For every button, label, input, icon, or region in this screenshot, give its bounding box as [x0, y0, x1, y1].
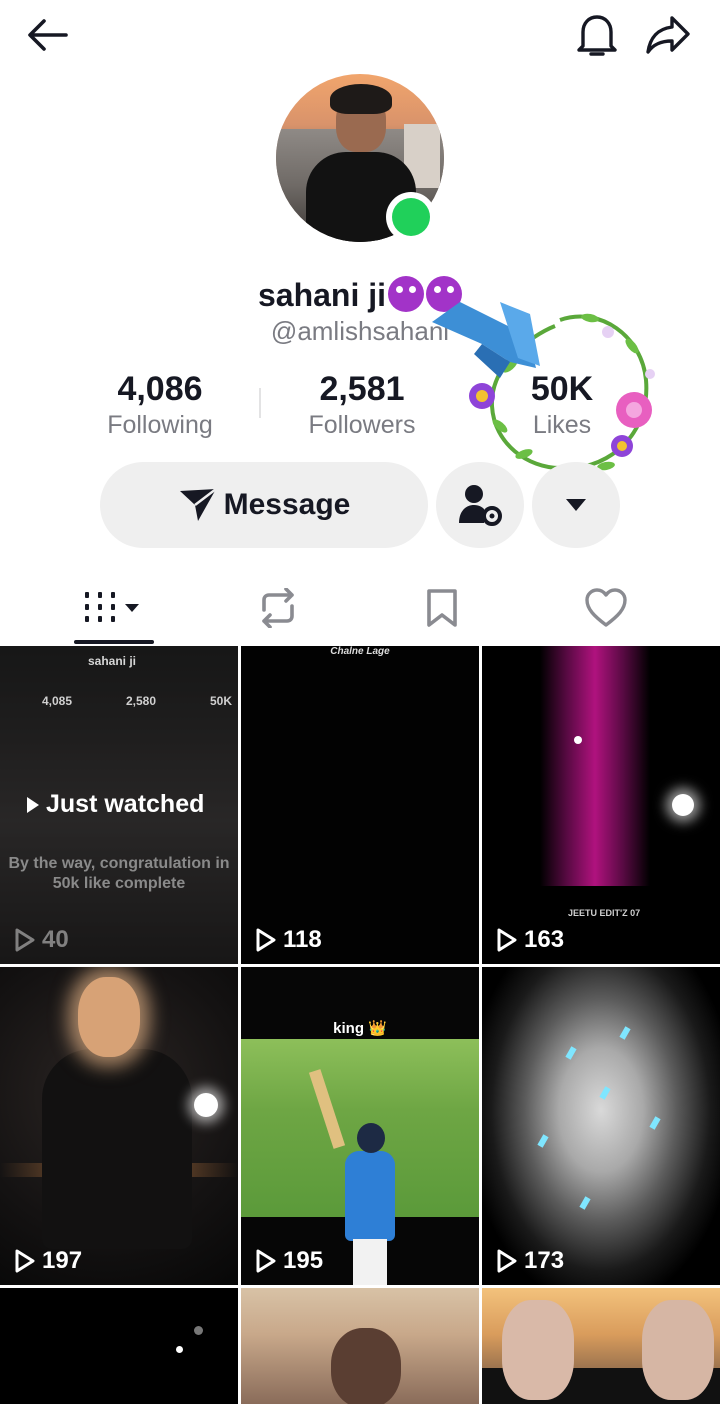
play-outline-icon — [15, 1249, 35, 1273]
view-count: 195 — [255, 1247, 323, 1275]
view-count: 173 — [496, 1247, 564, 1275]
play-icon — [27, 796, 39, 813]
stat-divider — [259, 388, 261, 418]
followers-stat[interactable]: 2,581 Followers — [262, 370, 462, 440]
following-label: Following — [107, 411, 213, 439]
devil-emoji-icon — [426, 276, 463, 312]
repost-icon — [262, 588, 294, 628]
top-bar — [0, 0, 720, 70]
tab-videos[interactable] — [24, 570, 204, 646]
video-thumbnail[interactable]: 197 — [0, 967, 238, 1285]
bookmark-icon — [427, 589, 457, 627]
bell-icon — [577, 15, 617, 56]
profile-avatar[interactable] — [276, 74, 444, 242]
message-label: Message — [223, 488, 351, 521]
following-count: 4,086 — [117, 370, 203, 408]
devil-emoji-icon — [388, 276, 425, 312]
video-thumbnail[interactable]: Chalne Lage 118 — [241, 646, 479, 964]
grid-icon — [85, 592, 139, 622]
tab-reposts[interactable] — [188, 570, 368, 646]
likes-stat[interactable]: 50K Likes — [462, 370, 662, 440]
preview-caption: By the way, congratulation in 50k like c… — [8, 855, 230, 892]
profile-tabs — [0, 570, 720, 646]
notifications-button[interactable] — [570, 10, 624, 60]
following-stat[interactable]: 4,086 Following — [60, 370, 260, 440]
online-status-indicator — [386, 192, 436, 242]
video-grid: sahani ji 4,085 2,580 50K By the way, co… — [0, 646, 720, 1404]
video-thumbnail[interactable] — [482, 1288, 720, 1404]
video-watermark: JEETU EDIT'Z 07 — [568, 908, 641, 918]
tab-saved[interactable] — [352, 570, 532, 646]
play-outline-icon — [497, 1249, 517, 1273]
view-count: 40 — [14, 926, 69, 954]
preview-stats: 4,085 2,580 50K — [42, 694, 232, 708]
video-caption: Chalne Lage — [330, 646, 390, 657]
video-thumbnail[interactable]: king 👑 195 — [241, 967, 479, 1285]
view-count: 163 — [496, 926, 564, 954]
just-watched-badge: Just watched — [26, 790, 204, 819]
view-count: 197 — [14, 1247, 82, 1275]
video-thumbnail[interactable]: sahani ji 4,085 2,580 50K By the way, co… — [0, 646, 238, 964]
username: @amlishsahani — [270, 316, 450, 346]
tab-liked[interactable] — [516, 570, 696, 646]
video-thumbnail[interactable]: 173 — [482, 967, 720, 1285]
arrow-left-icon — [28, 19, 68, 51]
play-outline-icon — [15, 928, 35, 952]
send-icon — [179, 488, 217, 521]
back-button[interactable] — [22, 12, 74, 58]
video-thumbnail[interactable] — [0, 1288, 238, 1404]
play-outline-icon — [256, 928, 276, 952]
active-tab-indicator — [74, 640, 154, 644]
share-profile-button[interactable] — [640, 10, 696, 60]
preview-name: sahani ji — [88, 654, 137, 668]
video-thumbnail[interactable] — [241, 1288, 479, 1404]
likes-count: 50K — [530, 370, 594, 408]
message-button[interactable]: Message — [100, 462, 428, 548]
likes-label: Likes — [532, 411, 592, 439]
share-arrow-icon — [646, 16, 690, 54]
followers-label: Followers — [308, 411, 416, 439]
followers-count: 2,581 — [319, 370, 405, 408]
video-thumbnail[interactable]: JEETU EDIT'Z 07 163 — [482, 646, 720, 964]
heart-icon — [585, 588, 627, 627]
play-outline-icon — [497, 928, 517, 952]
play-outline-icon — [256, 1249, 276, 1273]
user-settings-icon — [459, 485, 502, 526]
more-options-button[interactable] — [532, 462, 620, 548]
view-count: 118 — [255, 926, 322, 954]
video-caption: king 👑 — [333, 1020, 387, 1037]
manage-friend-button[interactable] — [436, 462, 524, 548]
display-name-text: sahani ji — [257, 277, 387, 313]
caret-down-icon — [566, 499, 586, 511]
display-name: sahani ji — [0, 276, 720, 314]
